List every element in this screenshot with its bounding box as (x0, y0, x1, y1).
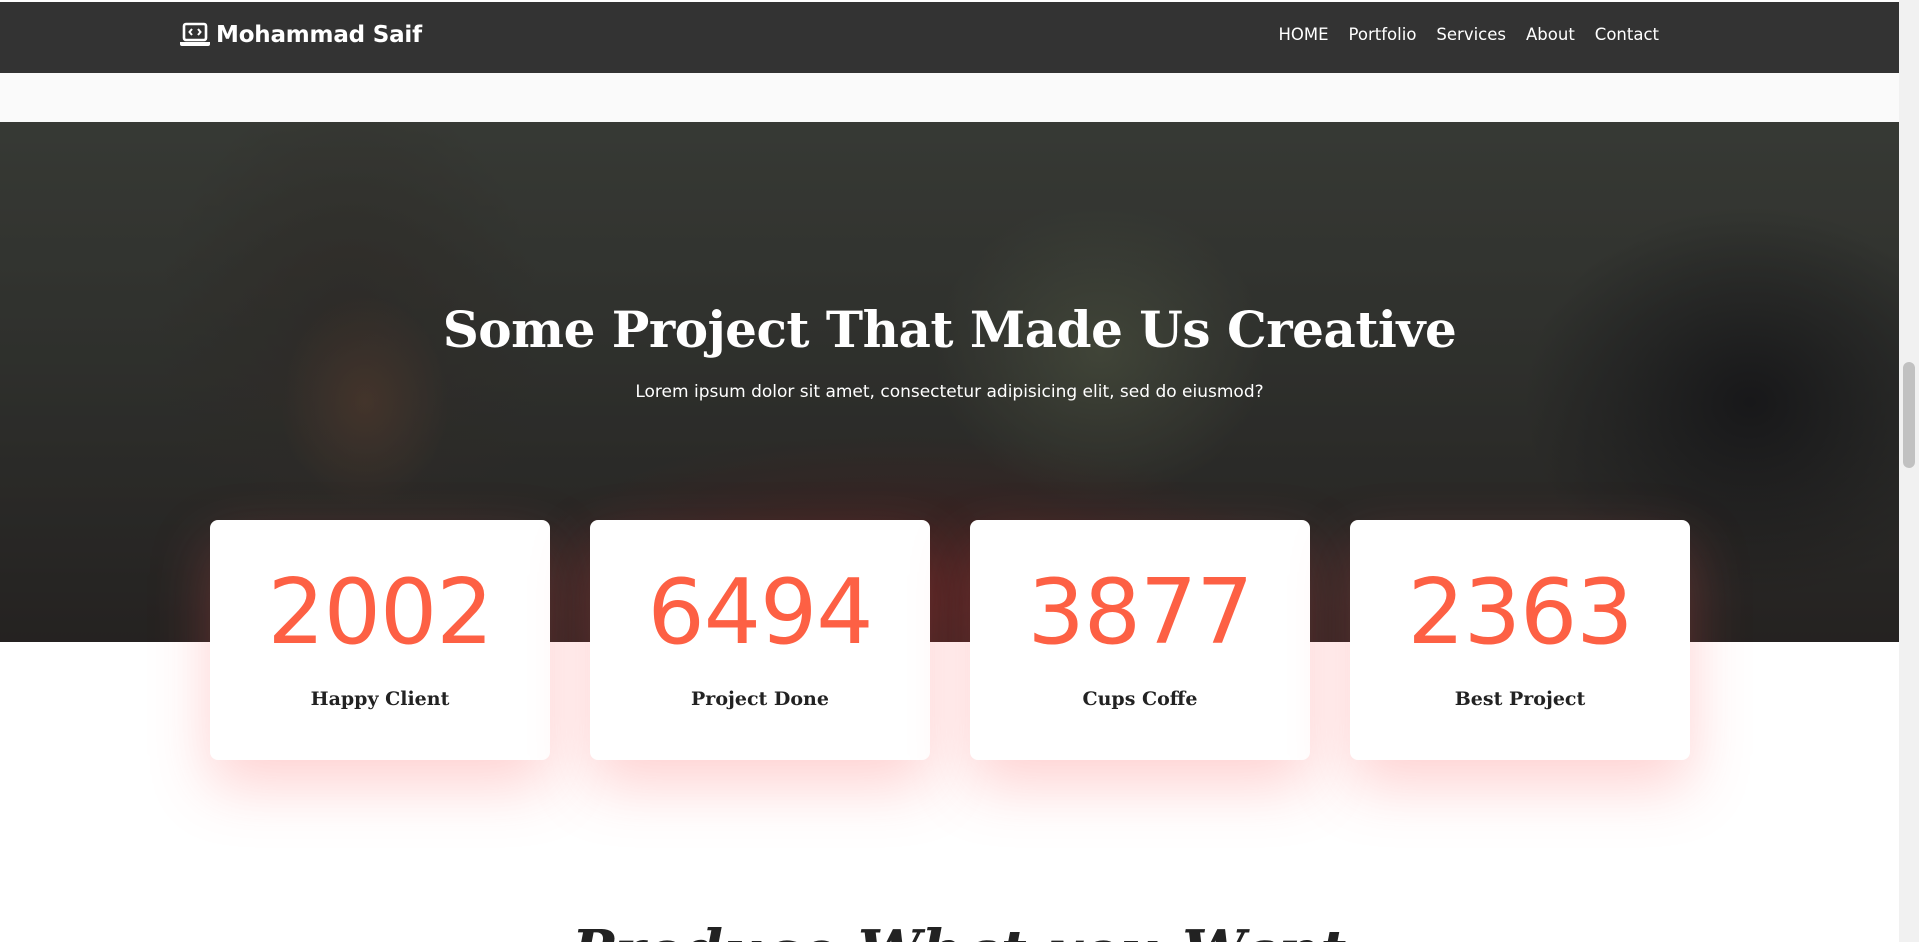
laptop-code-icon (180, 22, 210, 46)
scrollbar-thumb[interactable] (1903, 362, 1915, 468)
stat-number: 2002 (267, 560, 493, 665)
nav-link-contact[interactable]: Contact (1595, 25, 1659, 44)
stat-label: Project Done (691, 688, 829, 710)
section-divider (0, 73, 1899, 122)
stat-label: Cups Coffe (1082, 688, 1198, 710)
stat-label: Happy Client (310, 688, 450, 710)
nav-link-services[interactable]: Services (1436, 25, 1506, 44)
services-section-title: Produce What you Want (0, 918, 1919, 942)
stat-number: 2363 (1407, 560, 1633, 665)
nav-link-about[interactable]: About (1526, 25, 1575, 44)
stat-card-best-project: 2363 Best Project (1350, 520, 1690, 760)
page-scrollbar[interactable] (1899, 0, 1919, 942)
stat-number: 6494 (647, 560, 873, 665)
nav-menu: HOME Portfolio Services About Contact (1278, 25, 1659, 44)
brand-logo[interactable]: Mohammad Saif (180, 22, 422, 48)
stat-card-happy-client: 2002 Happy Client (210, 520, 550, 760)
hero-title: Some Project That Made Us Creative (442, 300, 1457, 359)
nav-link-home[interactable]: HOME (1278, 25, 1328, 44)
hero-subtitle: Lorem ipsum dolor sit amet, consectetur … (635, 382, 1264, 402)
stat-card-cups-coffe: 3877 Cups Coffe (970, 520, 1310, 760)
nav-link-portfolio[interactable]: Portfolio (1349, 25, 1417, 44)
top-navbar: Mohammad Saif HOME Portfolio Services Ab… (0, 2, 1899, 73)
stat-card-project-done: 6494 Project Done (590, 520, 930, 760)
brand-name: Mohammad Saif (216, 22, 422, 48)
stat-label: Best Project (1454, 688, 1586, 710)
stat-number: 3877 (1027, 560, 1253, 665)
